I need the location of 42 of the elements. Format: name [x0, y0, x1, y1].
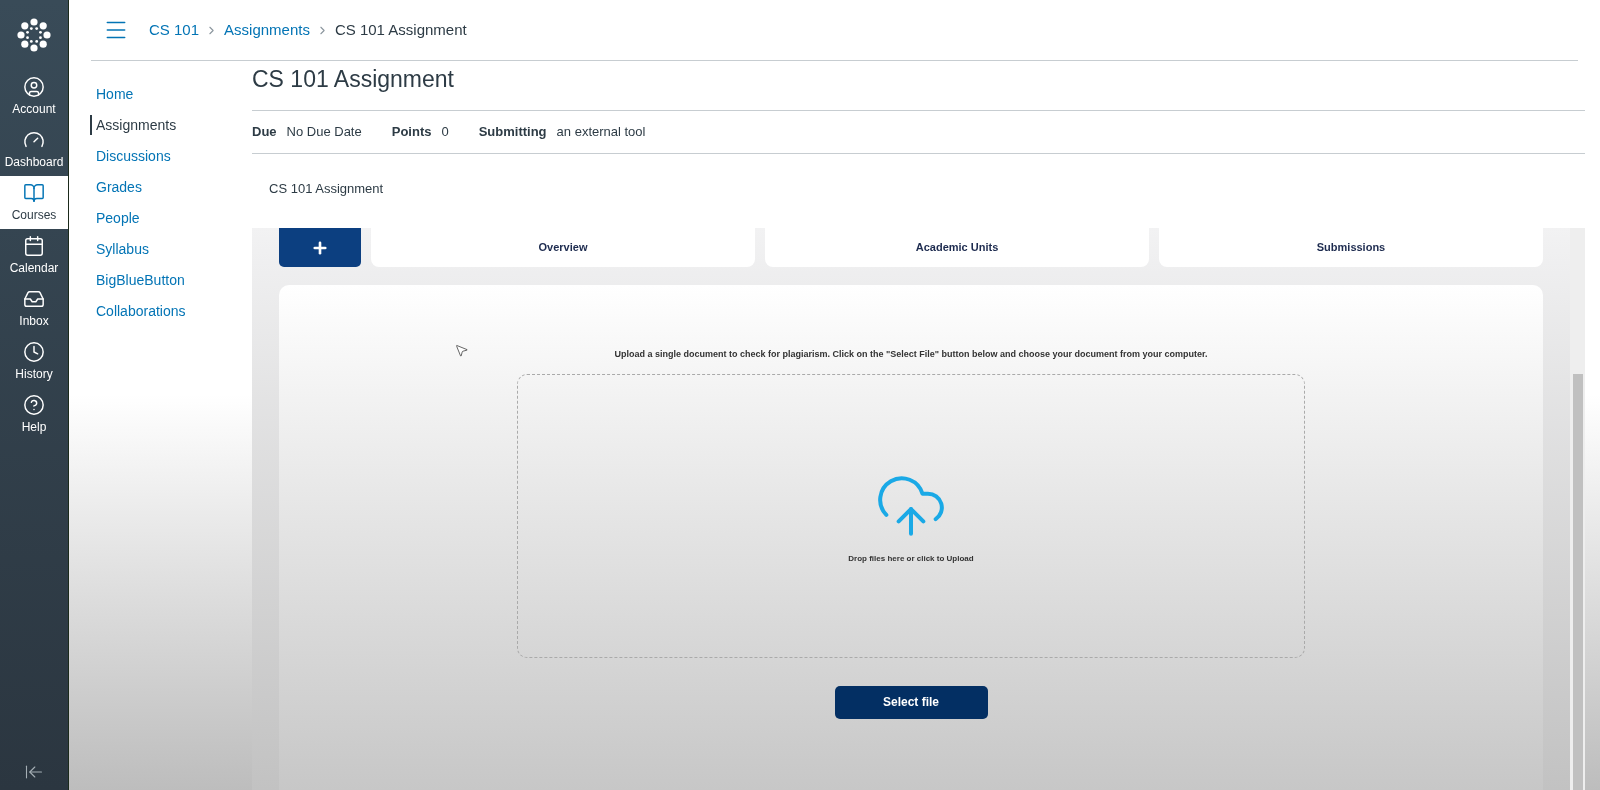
detail-label: Points: [391, 123, 432, 142]
detail-value: 0: [441, 123, 449, 142]
dropzone[interactable]: Drop files here or click to Upload: [517, 373, 1305, 658]
select-file-button[interactable]: Select file: [834, 685, 988, 719]
detail-label: Due: [252, 123, 277, 142]
assignment-description: CS 101 Assignment: [268, 180, 385, 198]
tool-tab[interactable]: Academic Units: [765, 228, 1149, 267]
help-icon: [23, 393, 45, 416]
global-nav-item[interactable]: Account: [0, 70, 68, 123]
course-nav-link[interactable]: Collaborations: [90, 301, 252, 321]
logo-icon[interactable]: [16, 17, 52, 53]
detail-label: Submitting: [478, 123, 547, 142]
breadcrumb-link[interactable]: Assignments: [224, 18, 310, 42]
course-nav-link[interactable]: Grades: [90, 177, 252, 197]
account-icon: [23, 75, 45, 98]
tool-tab[interactable]: Submissions: [1159, 228, 1543, 267]
course-nav-link[interactable]: People: [90, 208, 252, 228]
global-nav-item[interactable]: Dashboard: [0, 123, 68, 176]
course-nav-link[interactable]: Home: [90, 84, 252, 104]
global-nav-item[interactable]: Calendar: [0, 229, 68, 282]
detail-value: an external tool: [556, 123, 646, 142]
clock-icon: [23, 340, 45, 363]
course-nav-link[interactable]: Assignments: [90, 115, 252, 135]
calendar-icon: [23, 234, 45, 257]
assignment-title: CS 101 Assignment: [252, 61, 1585, 111]
cursor-icon: [454, 343, 469, 358]
global-nav-item[interactable]: Help: [0, 388, 68, 441]
global-nav-item[interactable]: Courses: [0, 176, 68, 229]
upload-instruction: Upload a single document to check for plagiarism. Click on the "Select File" button below and choose your document from your computer.: [614, 348, 1208, 361]
tool-tab[interactable]: Overview: [371, 228, 755, 267]
global-nav-item[interactable]: Inbox: [0, 282, 68, 335]
detail-value: No Due Date: [286, 123, 362, 142]
current-page-label: CS 101 Assignment: [334, 19, 467, 40]
scrollbar[interactable]: [1570, 228, 1585, 790]
book-icon: [23, 181, 45, 204]
dropzone-text: Drop files here or click to Upload: [848, 552, 974, 565]
course-nav-link[interactable]: Discussions: [90, 146, 252, 166]
course-nav-link[interactable]: Syllabus: [90, 239, 252, 259]
breadcrumb-link[interactable]: CS 101: [149, 18, 200, 42]
course-nav-link[interactable]: BigBlueButton: [90, 270, 252, 290]
global-nav-item[interactable]: History: [0, 335, 68, 388]
add-button[interactable]: [279, 228, 361, 267]
